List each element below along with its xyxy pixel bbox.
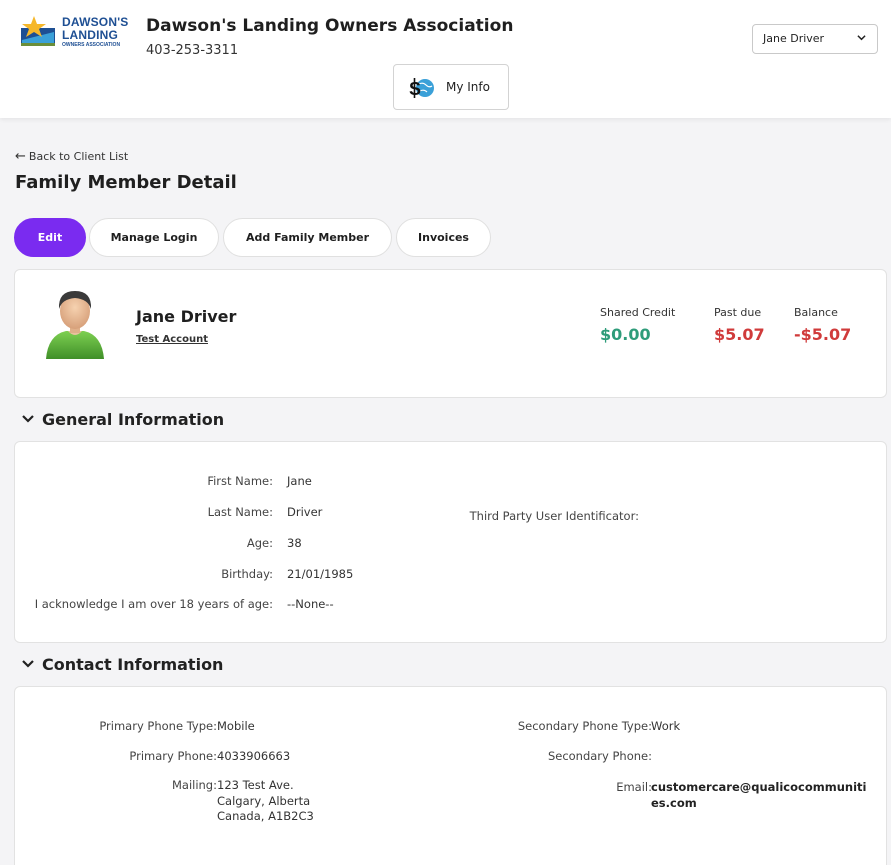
user-select[interactable]: Jane Driver [752,24,878,54]
avatar-icon [46,291,104,359]
back-to-client-list-link[interactable]: ← Back to Client List [15,149,128,164]
secondary-phone-type-value: Work [651,719,681,733]
past-due-stat: Past due $5.07 [714,306,765,344]
last-name-value: Driver [287,505,323,519]
email-value[interactable]: customercare@qualicocommuniti es.com [651,780,866,811]
mailing-address: 123 Test Ave. Calgary, Alberta Canada, A… [217,778,314,825]
primary-phone-type-value: Mobile [217,719,255,733]
my-info-button[interactable]: S My Info [393,64,509,110]
birthday-value: 21/01/1985 [287,567,354,581]
email-line-2: es.com [651,795,697,810]
age-label: Age: [246,536,273,550]
shared-credit-stat: Shared Credit $0.00 [600,306,675,344]
logo-line-1: DAWSON'S [62,15,129,29]
mailing-line-1: 123 Test Ave. [217,778,294,792]
chevron-down-icon [22,660,34,668]
balance-label: Balance [794,306,838,319]
logo-line-3: OWNERS ASSOCIATION [62,42,121,48]
client-summary-card: Jane Driver Test Account Shared Credit $… [14,269,887,398]
secondary-phone-type-label: Secondary Phone Type: [517,719,652,733]
user-select-value: Jane Driver [763,32,825,45]
app-header: DAWSON'S LANDING OWNERS ASSOCIATION Daws… [0,0,891,118]
general-information-toggle[interactable]: General Information [22,410,224,429]
last-name-label: Last Name: [207,505,273,519]
account-link[interactable]: Test Account [136,334,208,345]
logo-star-icon [21,16,55,46]
arrow-left-icon: ← [15,149,26,164]
primary-phone-value: 4033906663 [217,749,291,763]
mailing-line-2: Calgary, Alberta [217,793,311,808]
first-name-value: Jane [287,474,312,488]
balance-value: -$5.07 [794,325,852,344]
mailing-line-3: Canada, A1B2C3 [217,809,314,824]
contact-information-title: Contact Information [42,655,224,674]
contact-information-toggle[interactable]: Contact Information [22,655,223,674]
balance-stat: Balance -$5.07 [794,306,851,344]
past-due-value: $5.07 [714,325,765,344]
chevron-down-icon [857,35,866,41]
email-line-1: customercare@qualicocommuniti [651,780,867,794]
first-name-label: First Name: [207,474,273,488]
contact-information-card: Primary Phone Type: Mobile Primary Phone… [14,686,887,865]
past-due-label: Past due [714,306,762,319]
org-phone: 403-253-3311 [146,43,239,58]
age-value: 38 [287,536,302,550]
general-information-title: General Information [42,410,225,429]
age-acknowledge-label: I acknowledge I am over 18 years of age: [34,597,273,611]
shared-credit-value: $0.00 [600,325,651,344]
back-label: Back to Client List [28,150,129,163]
age-acknowledge-value: --None-- [287,597,334,611]
invoices-button[interactable]: Invoices [396,218,491,257]
primary-phone-label: Primary Phone: [129,749,217,763]
chevron-down-icon [22,415,34,423]
dollar-globe-icon: S [409,78,434,99]
add-family-member-button[interactable]: Add Family Member [223,218,392,257]
email-label: Email: [616,780,652,794]
shared-credit-label: Shared Credit [600,306,676,319]
secondary-phone-label: Secondary Phone: [547,749,652,763]
edit-button[interactable]: Edit [14,218,86,257]
client-name: Jane Driver [136,307,237,326]
org-name: Dawson's Landing Owners Association [146,16,514,36]
manage-login-button[interactable]: Manage Login [89,218,219,257]
third-party-id-label: Third Party User Identificator: [469,509,639,523]
page-title: Family Member Detail [15,172,237,193]
org-logo[interactable]: DAWSON'S LANDING OWNERS ASSOCIATION [20,14,130,50]
logo-line-2: LANDING [62,28,119,42]
primary-phone-type-label: Primary Phone Type: [99,719,217,733]
birthday-label: Birthday: [221,567,273,581]
my-info-label: My Info [446,80,490,94]
general-information-card: First Name: Jane Last Name: Driver Age: … [14,441,887,643]
mailing-label: Mailing: [171,778,217,792]
